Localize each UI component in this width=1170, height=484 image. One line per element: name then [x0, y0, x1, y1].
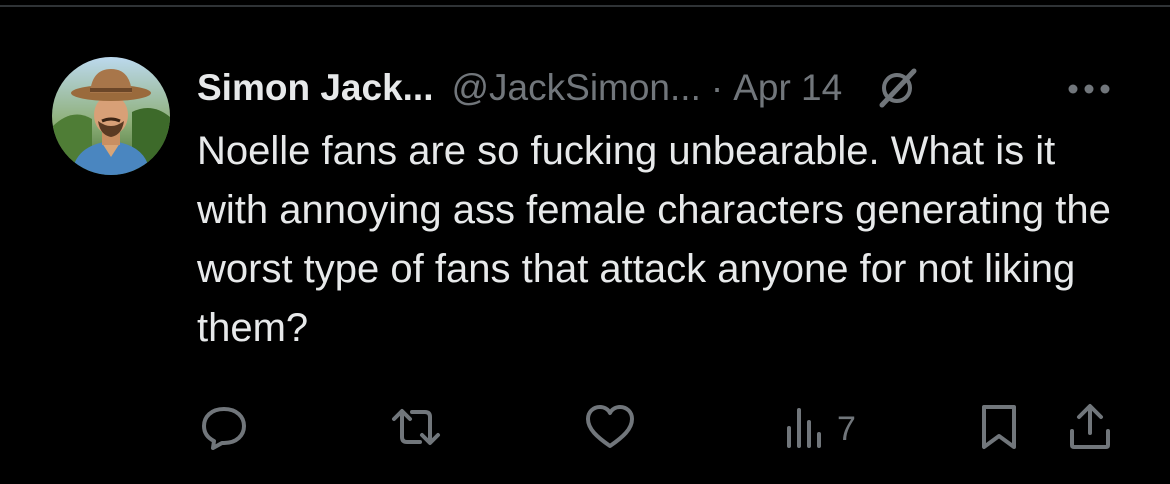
views-icon [783, 404, 827, 455]
tweet-text: Noelle fans are so fucking unbearable. W… [197, 129, 1111, 350]
top-divider [0, 5, 1170, 7]
avatar[interactable] [52, 57, 170, 175]
tweet-header: Simon Jack... @JackSimon... · Apr 14 [197, 60, 922, 116]
bookmark-button[interactable] [978, 400, 1020, 458]
reply-icon [198, 401, 250, 458]
tweet-date[interactable]: Apr 14 [733, 67, 842, 109]
more-icon[interactable] [1063, 72, 1115, 106]
grok-icon[interactable] [872, 63, 922, 113]
share-icon [1066, 401, 1114, 458]
retweet-button[interactable] [388, 400, 444, 458]
reply-button[interactable] [198, 400, 250, 458]
author-name[interactable]: Simon Jack... [197, 67, 434, 109]
separator-dot: · [710, 67, 724, 108]
retweet-icon [388, 401, 444, 458]
views-count: 7 [837, 409, 856, 448]
bookmark-icon [978, 401, 1020, 458]
views-button[interactable]: 7 [783, 400, 856, 458]
like-button[interactable] [583, 400, 637, 458]
like-icon [583, 402, 637, 457]
share-button[interactable] [1066, 400, 1114, 458]
author-handle[interactable]: @JackSimon... [452, 67, 701, 109]
